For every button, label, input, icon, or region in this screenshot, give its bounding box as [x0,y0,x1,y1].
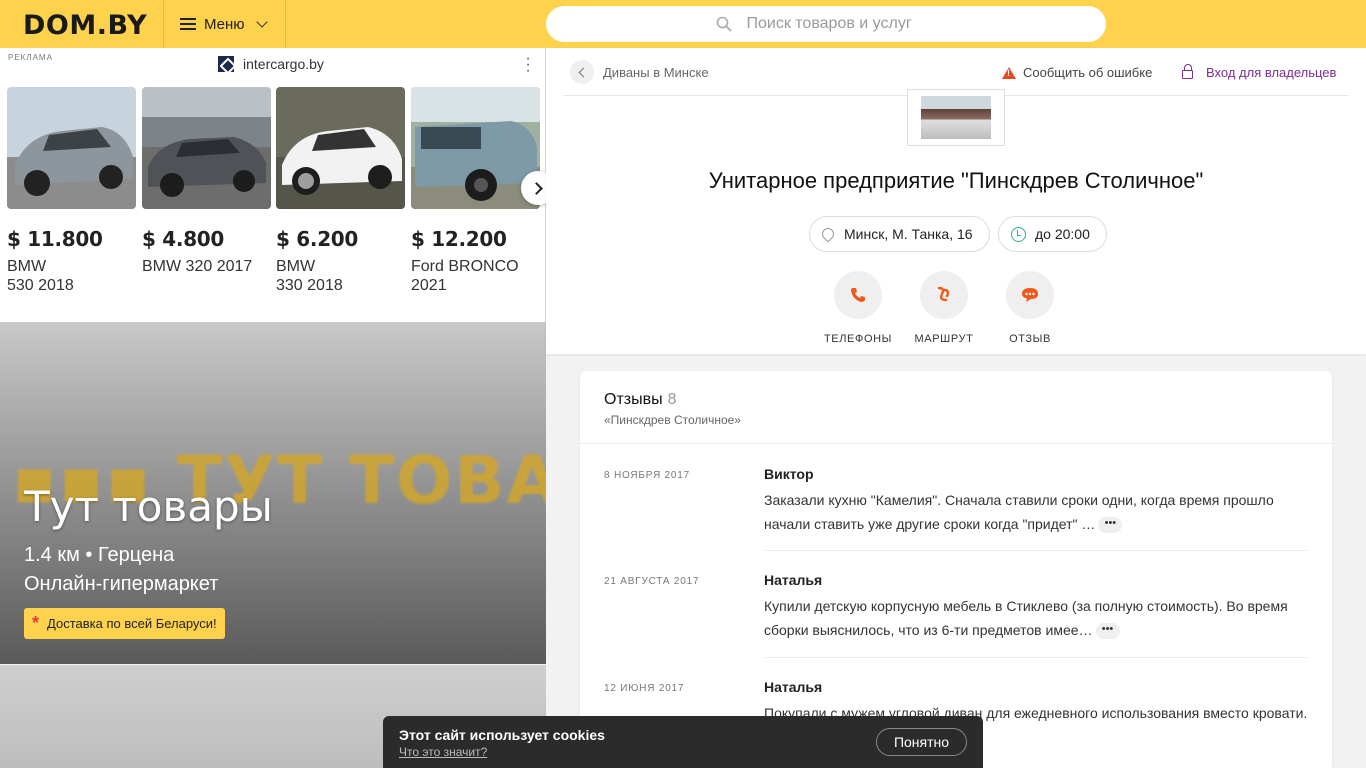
chevron-down-icon [255,16,268,28]
owner-login-text: Вход для владельцев [1206,65,1337,80]
ad-car-card[interactable]: $ 11.800 BMW 530 2018 [7,87,136,295]
review-author: Наталья [764,572,823,588]
divider [764,550,1308,551]
address-chip[interactable]: Минск, М. Танка, 16 [809,216,990,252]
review-text: Купили детскую корпусную мебель в Стикле… [764,594,1308,642]
review-button[interactable]: ОТЗЫВ [990,271,1070,345]
car-price: $ 11.800 [7,227,103,251]
reviews-panel: Отзывы 8 «Пинскдрев Столичное» 8 НОЯБРЯ 2… [580,371,1332,768]
car-image [7,87,136,209]
warning-icon [1002,66,1016,79]
company-name: Унитарное предприятие "Пинскдрев Столичн… [708,168,1204,193]
chat-bubble-icon [1006,271,1054,319]
car-name-line2: 330 2018 [276,277,343,294]
clock-icon [1011,226,1026,242]
review-date: 12 ИЮНЯ 2017 [604,683,685,694]
site-logo[interactable]: DOM.BY [23,10,147,41]
car-name-line1: BMW [276,258,316,275]
car-price: $ 6.200 [276,227,359,251]
chevron-right-icon [529,181,543,195]
reviews-title: Отзывы [604,391,663,408]
more-button[interactable]: ••• [1098,517,1123,534]
ad-label: РЕКЛАМА [8,53,53,62]
reviews-heading: Отзывы 8 [604,391,677,409]
hours-text: до 20:00 [1035,226,1090,242]
more-button[interactable]: ••• [1095,623,1120,640]
review-label: ОТЗЫВ [1009,333,1051,345]
car-image [142,87,271,209]
divider [764,657,1308,658]
promo-title: Тут товары [24,482,273,531]
ad-source-link[interactable]: intercargo.by [218,56,324,72]
reviews-subtitle: «Пинскдрев Столичное» [604,413,741,427]
menu-button[interactable]: Меню [163,0,286,48]
promo-distance: 1.4 км • Герцена [24,544,175,566]
top-header: DOM.BY Меню [0,0,1366,48]
search-bar[interactable] [546,6,1106,42]
breadcrumb[interactable]: Диваны в Минске [603,65,709,80]
lock-icon [1182,64,1193,79]
car-name-line2: 2021 [411,277,447,294]
asterisk-icon: * [32,613,40,633]
hamburger-icon [180,18,196,30]
cookie-banner: Этот сайт использует cookies Что это зна… [383,716,983,768]
review-author: Наталья [764,679,823,695]
menu-label: Меню [204,15,245,33]
promo-badge-text: Доставка по всей Беларуси! [47,616,217,631]
phones-button[interactable]: ТЕЛЕФОНЫ [818,271,898,345]
car-name: BMW 330 2018 [276,257,405,295]
phones-label: ТЕЛЕФОНЫ [823,333,892,345]
company-card: Диваны в Минске Сообщить об ошибке Вход … [546,48,1366,354]
more-options-icon[interactable]: · · · [524,51,532,79]
car-name-line1: Ford BRONCO [411,258,519,275]
reviews-count: 8 [667,391,677,408]
promo-badge: * Доставка по всей Беларуси! [24,608,225,639]
report-error-text: Сообщить об ошибке [1023,65,1153,80]
route-button[interactable]: МАРШРУТ [904,271,984,345]
search-input[interactable] [746,15,937,33]
phone-icon [834,271,882,319]
promo-banner[interactable]: ▪▪▪ ТУТ ТОВАРЫ Тут товары 1.4 км • Герце… [0,322,546,664]
car-price: $ 4.800 [142,227,225,251]
cookie-info-link[interactable]: Что это значит? [399,745,487,759]
company-photo[interactable] [907,89,1005,146]
ad-car-card[interactable]: $ 4.800 BMW 320 2017 [142,87,271,276]
car-price: $ 12.200 [411,227,507,251]
intercargo-logo-icon [218,56,234,72]
car-name-line2: 530 2018 [7,277,74,294]
car-image [276,87,405,209]
ad-source-text: intercargo.by [243,56,324,72]
ad-block: РЕКЛАМА intercargo.by · · · $ 11.800 BMW 5… [0,48,555,322]
review-author: Виктор [764,466,814,482]
route-label: МАРШРУТ [914,333,974,345]
promo-subtitle: Онлайн-гипермаркет [24,573,219,595]
route-icon [920,271,968,319]
car-name: BMW 320 2017 [142,257,271,276]
ad-car-card[interactable]: $ 6.200 BMW 330 2018 [276,87,405,295]
cookie-accept-button[interactable]: Понятно [876,728,967,756]
review-date: 21 АВГУСТА 2017 [604,576,700,587]
car-name-line1: BMW 320 2017 [142,258,253,275]
search-icon [716,16,732,32]
cookie-title: Этот сайт использует cookies [399,727,605,743]
address-text: Минск, М. Танка, 16 [844,226,973,242]
car-name: Ford BRONCO 2021 [411,257,540,295]
review-text-body: Купили детскую корпусную мебель в Стикле… [764,598,1288,638]
back-button[interactable] [570,60,594,84]
review-date: 8 НОЯБРЯ 2017 [604,470,691,481]
report-error-link[interactable]: Сообщить об ошибке [1002,65,1152,80]
review-text-body: Заказали кухню "Камелия". Сначала ставил… [764,492,1274,532]
chevron-left-icon [578,67,589,77]
car-name-line1: BMW [7,258,47,275]
divider [580,443,1332,444]
hours-chip[interactable]: до 20:00 [998,216,1107,252]
review-text: Заказали кухню "Камелия". Сначала ставил… [764,488,1308,536]
car-name: BMW 530 2018 [7,257,136,295]
owner-login-link[interactable]: Вход для владельцев [1182,64,1337,80]
map-pin-icon [819,225,837,243]
